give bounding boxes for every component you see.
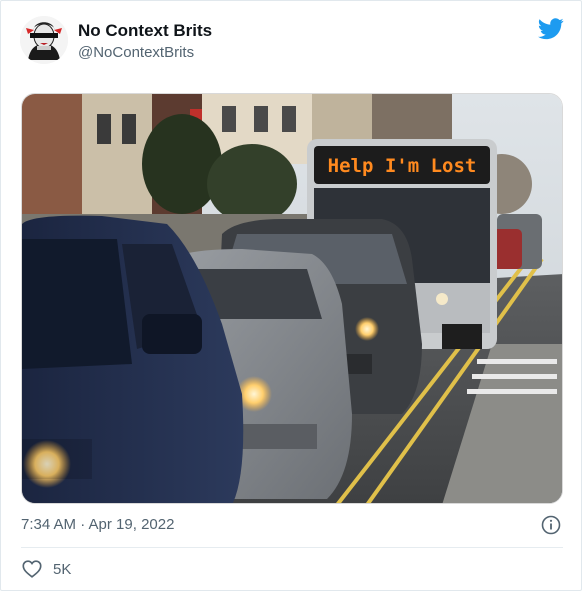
tweet-photo[interactable]: Help I'm Lost — [21, 93, 563, 504]
bus-destination-sign: Help I'm Lost — [328, 155, 477, 177]
traffic-jam-photo: Help I'm Lost — [22, 94, 562, 503]
tweet-timestamp[interactable]: 7:34 AM · Apr 19, 2022 — [21, 516, 174, 533]
divider — [21, 547, 563, 548]
like-count: 5K — [53, 560, 72, 578]
heart-icon — [22, 560, 42, 578]
info-icon[interactable] — [541, 515, 561, 535]
avatar[interactable] — [20, 16, 68, 64]
queen-portrait-avatar-icon — [20, 16, 68, 64]
user-handle[interactable]: @NoContextBrits — [78, 44, 194, 61]
twitter-bird-icon[interactable] — [538, 18, 564, 40]
tweet-card: No Context Brits @NoContextBrits Help I'… — [0, 0, 582, 591]
display-name[interactable]: No Context Brits — [78, 21, 212, 41]
like-button[interactable]: 5K — [21, 557, 71, 581]
